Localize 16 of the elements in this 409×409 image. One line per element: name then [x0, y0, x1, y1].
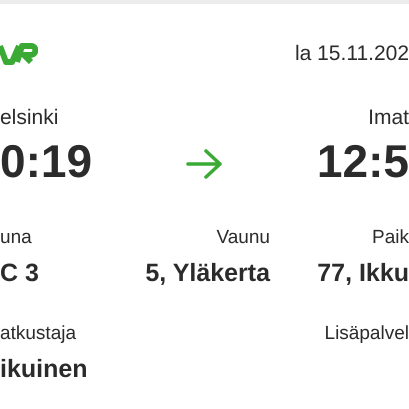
departure-time: 0:19	[0, 138, 92, 184]
detail-label: una	[0, 228, 32, 247]
detail-value: C 3	[0, 261, 39, 286]
passenger-value: ikuinen	[0, 357, 88, 382]
extras-label: Lisäpalvel	[324, 324, 409, 346]
arrival-time: 12:5	[316, 138, 409, 184]
detail-value: 77, Ikku	[317, 261, 409, 286]
detail-label: Paik	[372, 228, 409, 247]
travel-date: la 15.11.202	[294, 41, 409, 68]
detail-label: Vaunu	[216, 228, 270, 247]
passenger-label: atkustaja	[0, 324, 78, 343]
arrow-right-icon	[186, 148, 224, 180]
logo-icon	[0, 42, 38, 66]
arrival-station: Imat	[368, 107, 409, 128]
departure-station: elsinki	[0, 107, 60, 128]
detail-value: 5, Yläkerta	[145, 261, 270, 286]
